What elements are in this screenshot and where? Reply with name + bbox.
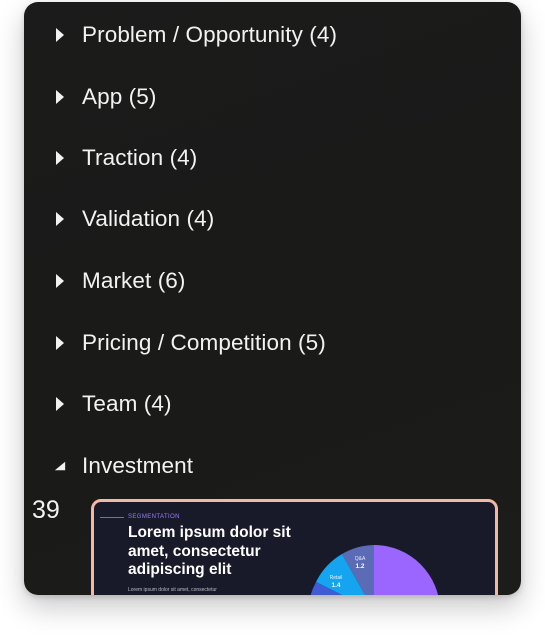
section-team[interactable]: Team (4)	[24, 384, 521, 424]
section-label: App (5)	[82, 84, 157, 109]
slide-thumbnail[interactable]: SEGMENTATION Lorem ipsum dolor sit amet,…	[91, 499, 498, 595]
section-label: Team (4)	[82, 391, 172, 416]
section-label: Market (6)	[82, 268, 186, 293]
section-validation[interactable]: Validation (4)	[24, 199, 521, 239]
caret-expanded-icon	[54, 458, 66, 474]
caret-right-icon	[54, 150, 66, 166]
caret-right-icon	[54, 27, 66, 43]
caret-right-icon	[54, 211, 66, 227]
slide-number: 39	[32, 496, 60, 524]
slide-kicker: SEGMENTATION	[128, 514, 180, 520]
section-investment[interactable]: Investment	[24, 446, 521, 486]
section-label: Traction (4)	[82, 145, 198, 170]
section-label: Validation (4)	[82, 206, 215, 231]
section-app[interactable]: App (5)	[24, 77, 521, 117]
caret-right-icon	[54, 89, 66, 105]
caret-right-icon	[54, 396, 66, 412]
section-problem-opportunity[interactable]: Problem / Opportunity (4)	[24, 15, 521, 55]
slide-sections-panel: Problem / Opportunity (4) App (5) Tracti…	[24, 2, 521, 595]
slice-label-retail: Retail	[330, 575, 343, 581]
caret-right-icon	[54, 335, 66, 351]
kicker-rule	[100, 517, 124, 518]
section-label: Investment	[82, 453, 194, 478]
section-label: Pricing / Competition (5)	[82, 330, 326, 355]
slice-label-qa: Q&A	[355, 556, 366, 562]
section-label: Problem / Opportunity (4)	[82, 22, 338, 47]
section-pricing-competition[interactable]: Pricing / Competition (5)	[24, 323, 521, 363]
pie-chart-preview: Q&A 1.2 Retail 1.4	[310, 545, 438, 595]
slice-value-qa: 1.2	[355, 563, 364, 570]
caret-right-icon	[54, 273, 66, 289]
pie-slice-main	[374, 545, 438, 595]
slide-subtitle: Lorem ipsum dolor sit amet, consectetur	[128, 587, 217, 593]
slide-title: Lorem ipsum dolor sit amet, consectetur …	[128, 524, 291, 578]
section-market[interactable]: Market (6)	[24, 261, 521, 301]
slice-value-retail: 1.4	[331, 582, 340, 589]
section-traction[interactable]: Traction (4)	[24, 138, 521, 178]
